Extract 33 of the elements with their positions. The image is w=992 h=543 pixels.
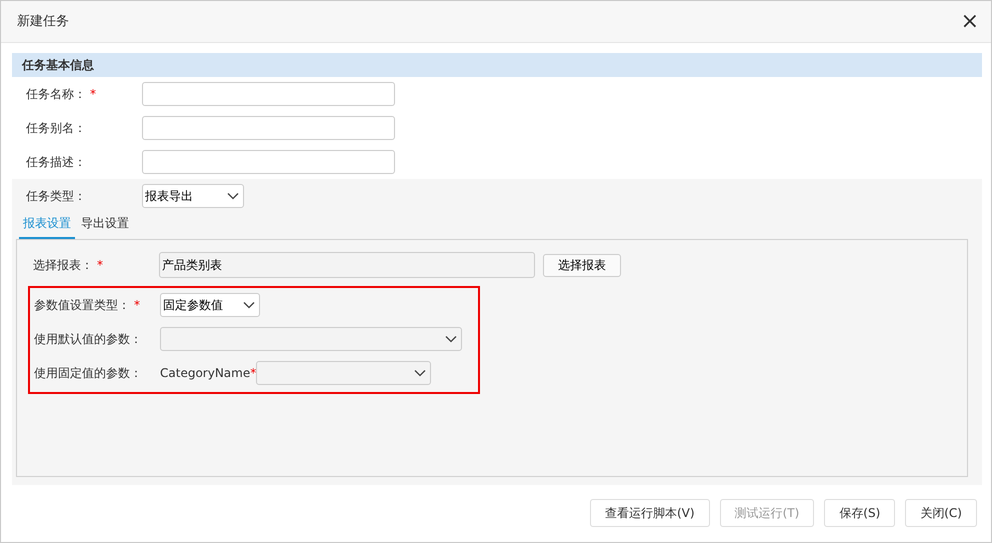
tab[interactable]: 导出设置	[77, 214, 133, 239]
input-field[interactable]: 产品类别表	[159, 252, 535, 278]
field-label: 任务名称：	[26, 87, 86, 101]
input-field[interactable]	[142, 150, 395, 174]
field-label: 使用固定值的参数：	[34, 366, 142, 380]
required-mark: *	[250, 365, 256, 382]
field-label: 使用默认值的参数：	[34, 332, 142, 346]
input-field[interactable]	[142, 82, 395, 106]
section-header: 任务基本信息	[12, 53, 982, 77]
required-mark: *	[97, 258, 103, 272]
field-label: 参数值设置类型：	[34, 298, 130, 312]
footer-button[interactable]: 查看运行脚本(V)	[590, 499, 710, 527]
dialog-title: 新建任务	[17, 12, 69, 31]
footer-button[interactable]: 关闭(C)	[905, 499, 977, 527]
select-field[interactable]: 固定参数值	[160, 293, 260, 317]
chevron-down-icon	[445, 335, 457, 343]
chevron-down-icon	[414, 369, 426, 377]
input-field[interactable]	[142, 116, 395, 140]
select-report-button[interactable]: 选择报表	[543, 254, 621, 276]
field-label: 任务类型：	[26, 189, 86, 203]
field-label: 选择报表：	[33, 258, 93, 272]
chevron-down-icon	[243, 301, 255, 309]
field-label: 任务别名：	[26, 121, 86, 135]
chevron-down-icon	[227, 192, 239, 200]
required-mark: *	[90, 87, 96, 101]
footer-button[interactable]: 保存(S)	[824, 499, 896, 527]
close-button[interactable]: ×	[956, 10, 983, 32]
select-field[interactable]: 报表导出	[142, 184, 244, 208]
select-field[interactable]	[256, 361, 432, 385]
field-label: 任务描述：	[26, 155, 86, 169]
required-mark: *	[134, 298, 140, 312]
parameter-name: CategoryName	[160, 365, 250, 382]
select-field[interactable]	[160, 327, 462, 351]
